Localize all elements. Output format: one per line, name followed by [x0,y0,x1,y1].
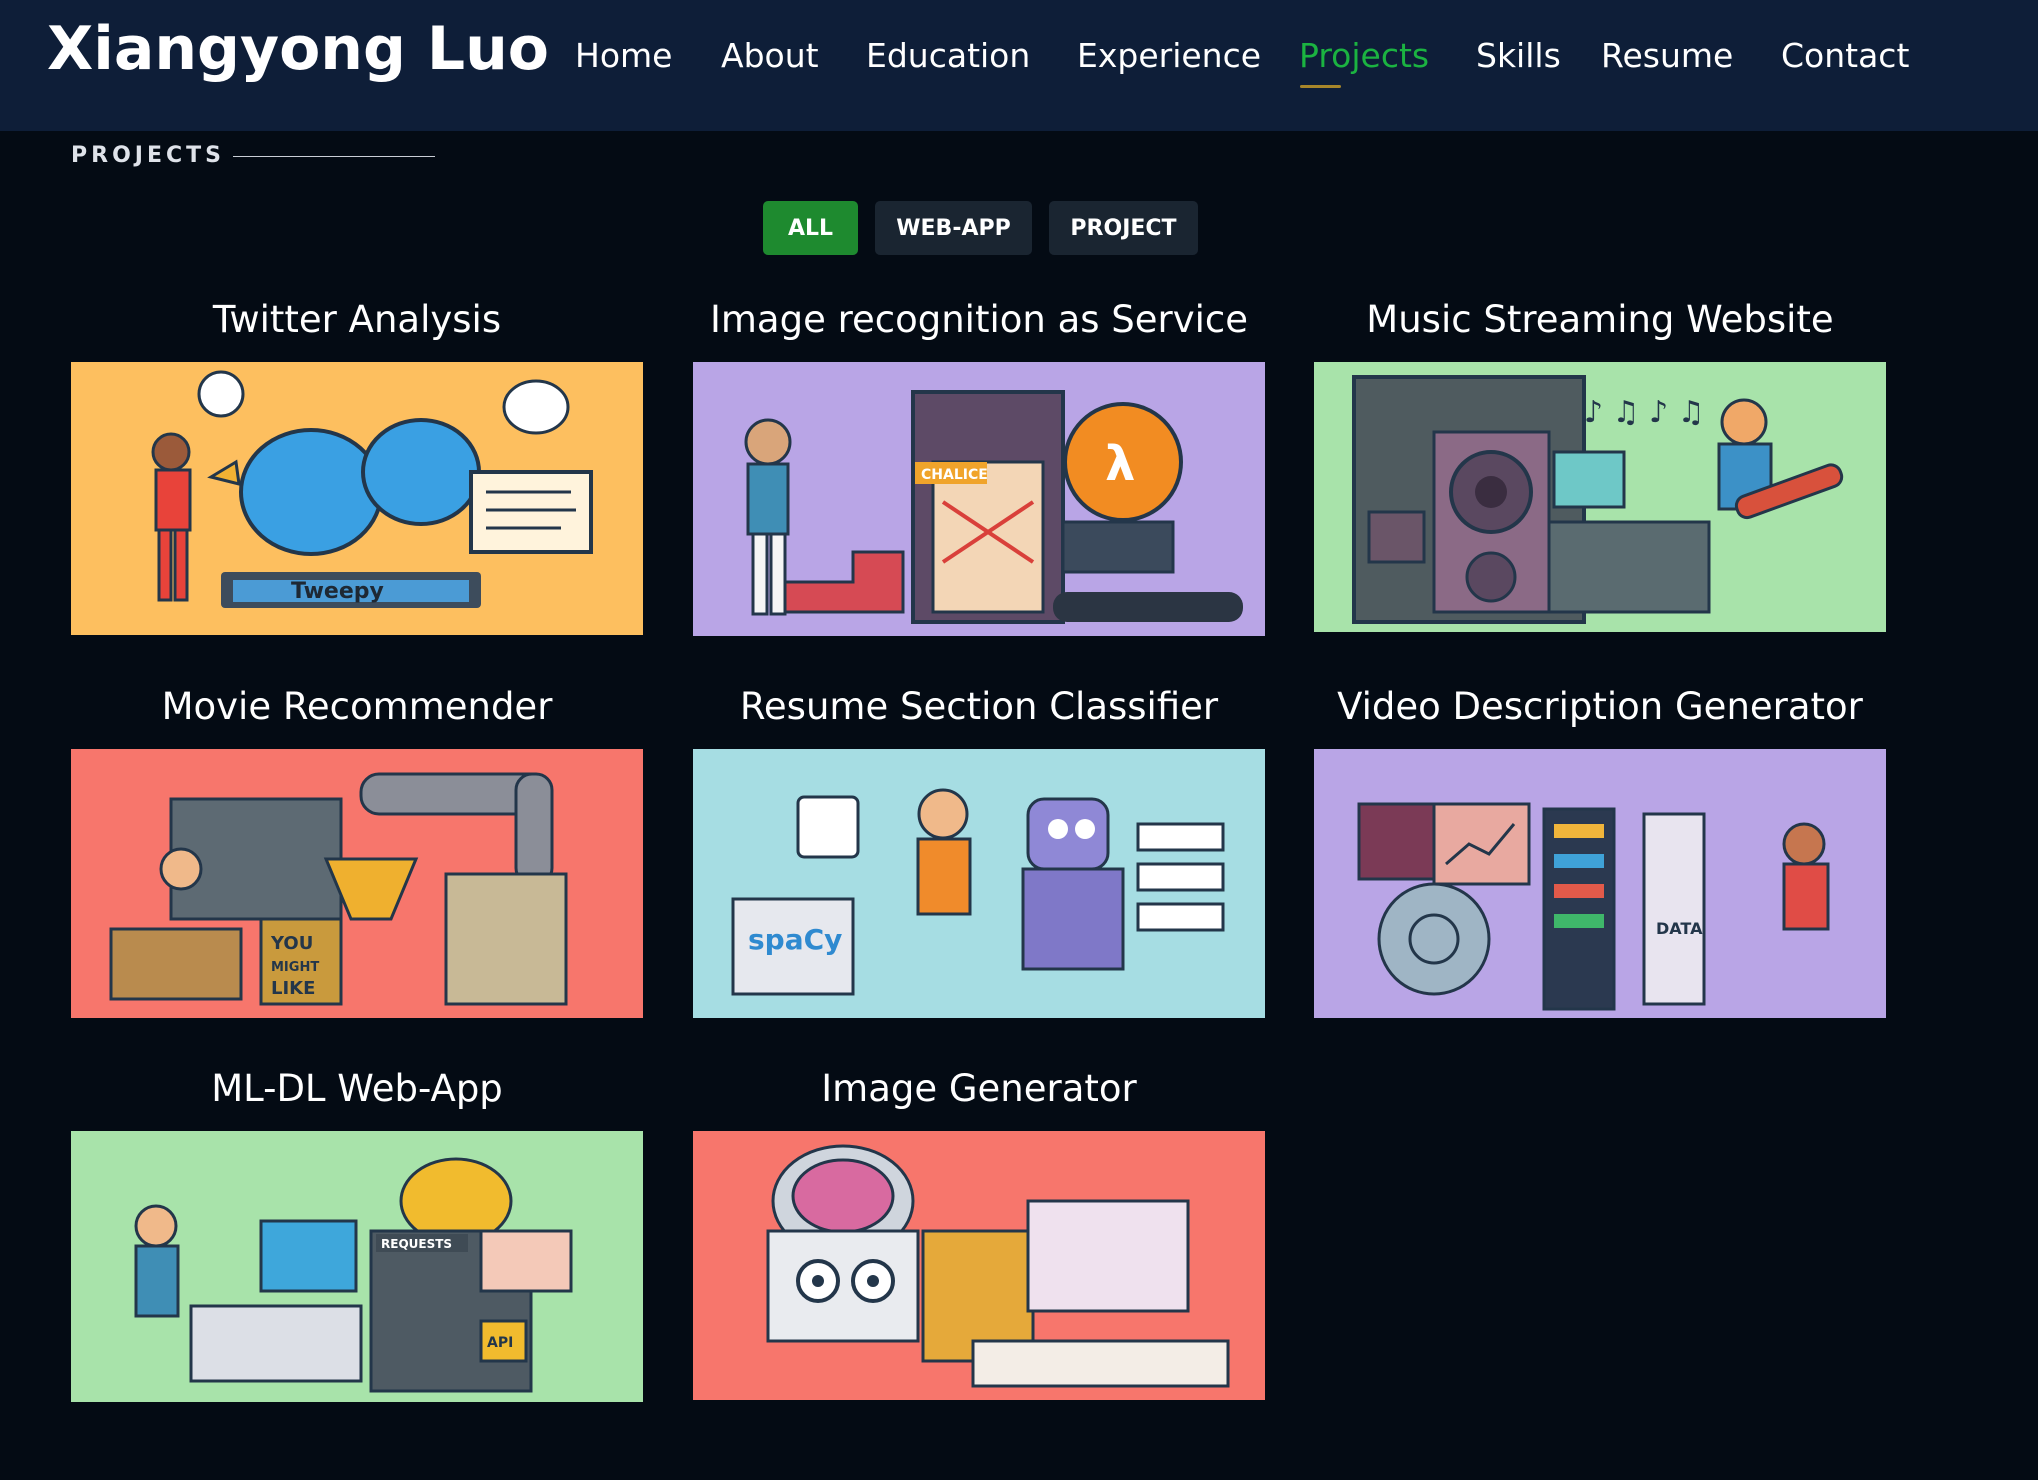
filter-project-button[interactable]: PROJECT [1049,201,1198,255]
nav-projects[interactable]: Projects [1299,36,1429,75]
data-pipeline-illustration: DATA [1357,802,1830,1011]
svg-text:Tweepy: Tweepy [291,579,384,604]
project-title-music-streaming[interactable]: Music Streaming Website [1314,298,1886,341]
project-image-image-recognition[interactable]: CHALICE λ [693,362,1265,636]
svg-text:REQUESTS: REQUESTS [381,1237,452,1251]
project-image-ml-dl-web-app[interactable]: REQUESTS API [71,1131,643,1402]
ai-brain-illustration [766,1144,1230,1388]
nav-education[interactable]: Education [866,36,1030,75]
nav-home[interactable]: Home [575,36,672,75]
nlp-robot-illustration: spaCy [731,788,1225,996]
section-divider [233,156,435,157]
svg-text:DATA: DATA [1656,919,1703,938]
filter-all-button[interactable]: ALL [763,201,858,255]
svg-text:♪ ♫ ♪ ♫: ♪ ♫ ♪ ♫ [1584,395,1705,430]
project-image-twitter-analysis[interactable]: Tweepy [71,362,643,635]
project-image-music-streaming[interactable]: ♪ ♫ ♪ ♫ [1314,362,1886,632]
cloud-service-illustration: CHALICE λ [744,390,1243,624]
svg-text:CHALICE: CHALICE [921,467,988,483]
nav-resume[interactable]: Resume [1601,36,1733,75]
site-header: Xiangyong Luo Home About Education Exper… [0,0,2038,131]
project-image-movie-recommender[interactable]: YOU MIGHT LIKE [71,749,643,1018]
svg-text:YOU: YOU [270,933,313,954]
project-title-ml-dl-web-app[interactable]: ML-DL Web-App [71,1067,643,1110]
svg-text:MIGHT: MIGHT [271,960,319,975]
project-title-image-recognition[interactable]: Image recognition as Service [693,298,1265,341]
svg-text:API: API [487,1335,513,1351]
svg-text:spaCy: spaCy [748,923,842,956]
nav-experience[interactable]: Experience [1077,36,1261,75]
project-image-video-description[interactable]: DATA [1314,749,1886,1018]
svg-text:LIKE: LIKE [271,978,315,999]
nav-about[interactable]: About [721,36,819,75]
svg-text:λ: λ [1105,436,1135,492]
twitter-bird-illustration: Tweepy [151,370,593,608]
project-title-image-generator[interactable]: Image Generator [693,1067,1265,1110]
filter-web-app-button[interactable]: WEB-APP [875,201,1032,255]
nav-contact[interactable]: Contact [1781,36,1909,75]
project-image-image-generator[interactable] [693,1131,1265,1400]
project-title-twitter-analysis[interactable]: Twitter Analysis [71,298,643,341]
project-title-movie-recommender[interactable]: Movie Recommender [71,685,643,728]
site-logo[interactable]: Xiangyong Luo [47,14,549,84]
movie-recommender-illustration: YOU MIGHT LIKE [109,772,568,1006]
nav-skills[interactable]: Skills [1476,36,1561,75]
project-title-resume-section-classifier[interactable]: Resume Section Classifier [693,685,1265,728]
active-nav-indicator [1300,85,1341,88]
web-app-illustration: REQUESTS API [134,1157,573,1393]
project-title-video-description[interactable]: Video Description Generator [1314,685,1886,728]
section-label: PROJECTS [71,143,225,168]
project-image-resume-section-classifier[interactable]: spaCy [693,749,1265,1018]
music-studio-illustration: ♪ ♫ ♪ ♫ [1352,375,1844,624]
